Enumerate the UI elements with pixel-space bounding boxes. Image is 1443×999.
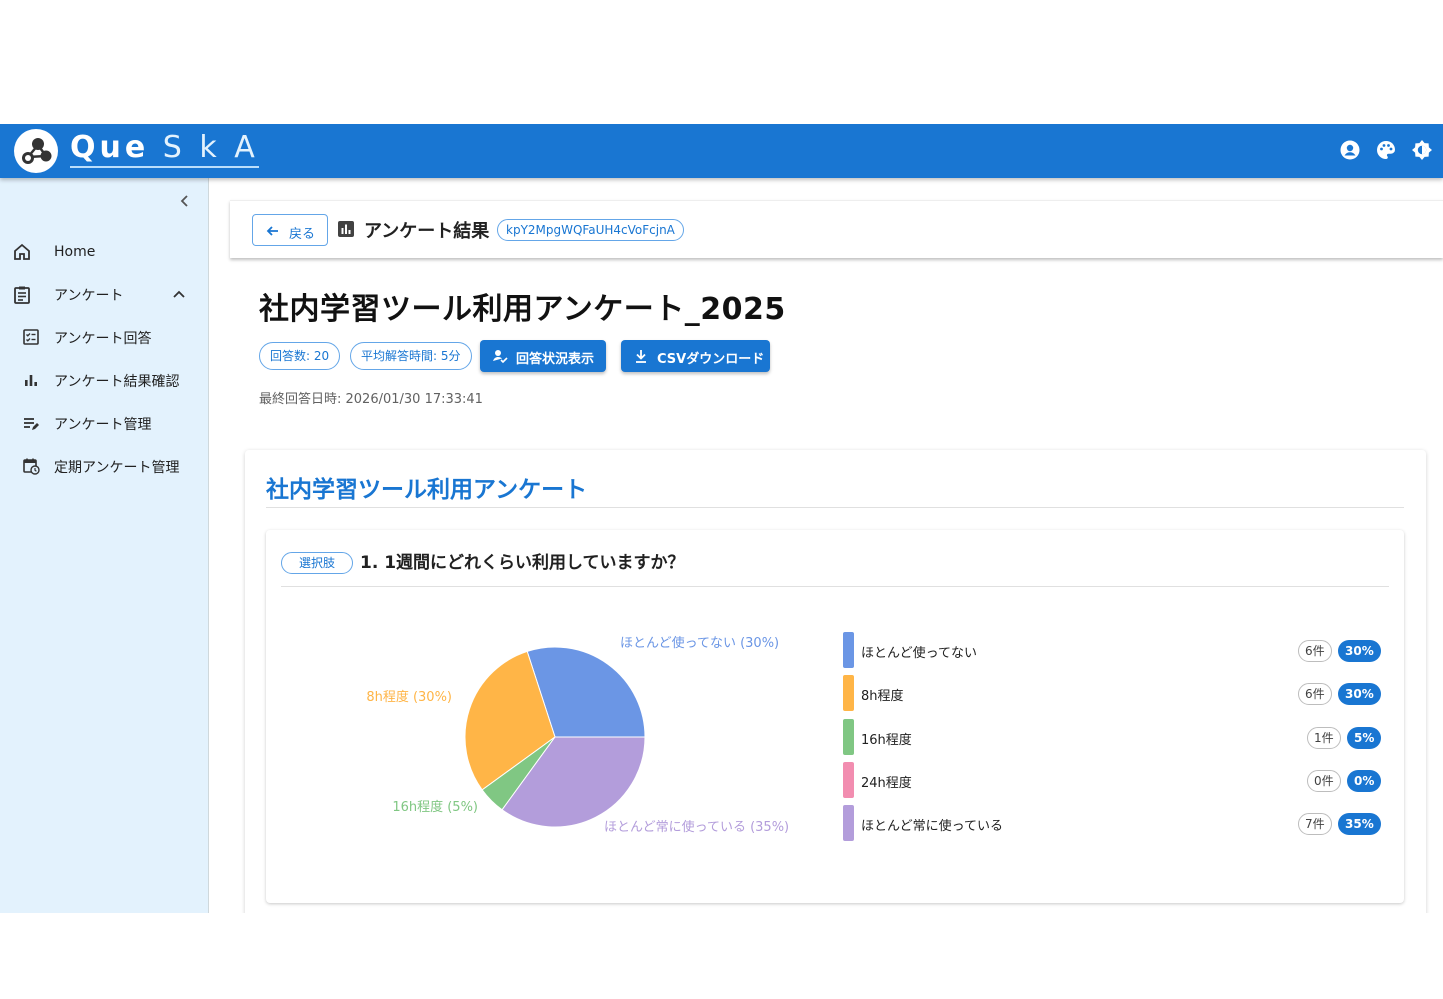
percent-chip: 5% [1347, 726, 1382, 749]
count-chip: 7件 [1298, 813, 1332, 836]
sidebar-item-home[interactable]: Home [0, 234, 208, 270]
avg-time-chip: 平均解答時間: 5分 [350, 342, 472, 370]
survey-id-chip: kpY2MpgWQFaUH4cVoFcjnA [497, 219, 684, 241]
result-header-card: 戻る アンケート結果 kpY2MpgWQFaUH4cVoFcjnA [230, 200, 1443, 258]
legend-label: 24h程度 [861, 775, 912, 791]
response-status-button[interactable]: 回答状況表示 [480, 340, 606, 372]
logo-icon [14, 129, 58, 173]
response-status-label: 回答状況表示 [516, 352, 595, 367]
legend-color-swatch [843, 761, 854, 798]
legend-color-swatch [843, 675, 854, 712]
percent-chip: 30% [1338, 683, 1381, 706]
last-answer-time: 最終回答日時: 2026/01/30 17:33:41 [259, 392, 483, 407]
legend-label: ほとんど使ってない [861, 646, 977, 661]
csv-download-label: CSVダウンロード [657, 352, 765, 367]
sidebar-item-label: アンケート結果確認 [54, 374, 180, 390]
app-bar: Que S k A [0, 124, 1443, 178]
question-type-chip: 選択肢 [281, 552, 353, 574]
logo-ska: S k A [162, 130, 259, 165]
response-count-chip: 回答数: 20 [259, 342, 341, 370]
account-icon[interactable] [1338, 138, 1362, 162]
sidebar-item-survey-results[interactable]: アンケート結果確認 [0, 363, 208, 399]
clipboard-icon [12, 285, 32, 305]
question-text: 1. 1週間にどれくらい利用していますか？ [360, 553, 685, 573]
count-chip: 1件 [1307, 726, 1341, 749]
legend-color-swatch [843, 718, 854, 755]
chevron-up-icon[interactable] [171, 287, 187, 307]
edit-list-icon [22, 414, 42, 434]
count-chip: 6件 [1298, 640, 1332, 662]
sidebar: Home アンケート アンケート回答 アンケート結果確認 アンケート管理 定期ア… [0, 178, 209, 913]
count-chip: 0件 [1307, 769, 1341, 792]
sidebar-item-survey-manage[interactable]: アンケート管理 [0, 406, 208, 442]
sidebar-item-survey[interactable]: アンケート [0, 277, 208, 313]
calendar-clock-icon [22, 457, 42, 477]
pie-label: ほとんど使ってない (30%) [620, 635, 779, 651]
home-icon [12, 242, 32, 262]
app-logo-text: Que S k A [70, 130, 259, 168]
back-button-label: 戻る [289, 227, 316, 242]
sidebar-item-label: Home [54, 244, 96, 260]
poll-icon [338, 221, 354, 241]
legend-label: 8h程度 [861, 689, 904, 705]
brightness-icon[interactable] [1410, 138, 1434, 162]
divider [281, 586, 1389, 587]
legend-row: 8h程度 6件 30% [843, 675, 1383, 712]
pie-chart: ほとんど使ってない (30%) 8h程度 (30%) 16h程度 (5%) ほとんど常… [366, 635, 789, 835]
sidebar-item-label: アンケート [54, 288, 124, 304]
sidebar-item-label: アンケート管理 [54, 417, 152, 433]
legend-color-swatch [843, 805, 854, 842]
question-card: 選択肢 1. 1週間にどれくらい利用していますか？ ほとんど使ってない (30%… [266, 530, 1404, 903]
app-viewport: Que S k A Home アンケート アンケート回答 アンケート結果確認 ア… [0, 124, 1443, 913]
arrow-left-icon [265, 223, 281, 243]
pie-label: ほとんど常に使っている (35%) [604, 819, 789, 835]
csv-download-button[interactable]: CSVダウンロード [621, 340, 770, 372]
legend-row: 16h程度 1件 5% [843, 718, 1383, 755]
sidebar-item-label: アンケート回答 [54, 331, 152, 347]
back-button[interactable]: 戻る [252, 214, 328, 246]
percent-chip: 0% [1347, 769, 1382, 792]
legend-label: 16h程度 [861, 732, 912, 748]
legend-row: 24h程度 0件 0% [843, 761, 1383, 798]
sidebar-item-periodic-survey[interactable]: 定期アンケート管理 [0, 449, 208, 485]
percent-chip: 35% [1338, 813, 1381, 836]
survey-result-card: 社内学習ツール利用アンケート 選択肢 1. 1週間にどれくらい利用していますか？… [245, 450, 1426, 913]
legend-row: ほとんど使ってない 6件 30% [843, 632, 1383, 668]
sidebar-item-label: 定期アンケート管理 [54, 460, 180, 476]
chevron-left-icon[interactable] [176, 192, 194, 210]
sidebar-item-survey-answer[interactable]: アンケート回答 [0, 320, 208, 356]
checklist-icon [22, 328, 42, 348]
legend-row: ほとんど常に使っている 7件 35% [843, 805, 1383, 842]
count-chip: 6件 [1298, 683, 1332, 706]
pie-label: 16h程度 (5%) [392, 799, 478, 815]
download-icon [633, 348, 649, 368]
legend-color-swatch [843, 632, 854, 668]
pie-label: 8h程度 (30%) [366, 689, 452, 705]
legend-label: ほとんど常に使っている [861, 819, 1003, 835]
person-check-icon [492, 348, 508, 368]
logo-que: Que [70, 130, 150, 165]
page-title: 社内学習ツール利用アンケート_2025 [259, 292, 786, 327]
bar-chart-icon [22, 371, 42, 391]
survey-title: 社内学習ツール利用アンケート [266, 477, 588, 503]
palette-icon[interactable] [1374, 138, 1398, 162]
result-title: アンケート結果 [364, 221, 490, 242]
percent-chip: 30% [1338, 640, 1381, 662]
divider [266, 507, 1404, 508]
